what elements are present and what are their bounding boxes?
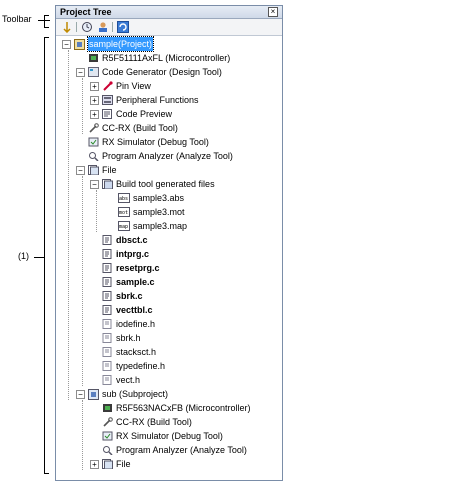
refresh-icon[interactable]	[117, 21, 129, 33]
toolbar-brace	[44, 15, 45, 27]
project-tree-panel: Project Tree × − sample(Project) R5F5111…	[55, 5, 283, 481]
build-tool-icon	[102, 417, 113, 427]
toolbar-brace-top	[44, 15, 49, 16]
map-file-icon: map	[118, 221, 130, 231]
tree-callout-line	[34, 257, 44, 258]
expand-toggle[interactable]: +	[90, 460, 99, 469]
h-file-icon	[102, 361, 113, 371]
pin-view-icon	[102, 81, 113, 91]
close-button[interactable]: ×	[268, 7, 278, 17]
generated-files-folder-icon	[102, 179, 113, 190]
collapse-toggle[interactable]: −	[62, 40, 71, 49]
h-file-icon	[102, 319, 113, 329]
expand-collapse-icon[interactable]	[61, 21, 73, 34]
c-file-icon	[102, 263, 113, 273]
project-icon	[74, 39, 85, 50]
abs-file-icon: abs	[118, 193, 130, 203]
project-label: sample(Project)	[86, 36, 155, 52]
project-tree: − sample(Project) R5F51111AxFL (Microcon…	[56, 36, 282, 480]
c-file-icon	[102, 235, 113, 245]
h-file-icon	[102, 347, 113, 357]
file-category-icon	[88, 165, 99, 176]
c-file-icon	[102, 277, 113, 287]
c-file-icon	[102, 249, 113, 259]
panel-titlebar: Project Tree ×	[56, 6, 282, 19]
mot-file-icon: mot	[118, 207, 130, 217]
microcontroller-icon	[102, 403, 113, 413]
user-icon[interactable]	[97, 21, 109, 33]
code-preview-icon	[102, 109, 113, 119]
expand-toggle[interactable]: +	[90, 110, 99, 119]
toolbar-brace-bottom	[44, 27, 49, 28]
debug-tool-icon	[88, 137, 99, 147]
expand-toggle[interactable]: +	[90, 82, 99, 91]
c-file-icon	[102, 305, 113, 315]
collapse-toggle[interactable]: −	[76, 390, 85, 399]
panel-toolbar	[56, 19, 282, 36]
collapse-toggle[interactable]: −	[76, 68, 85, 77]
file-category-icon	[102, 459, 113, 470]
subproject-icon	[88, 389, 99, 400]
panel-title: Project Tree	[60, 7, 112, 17]
tree-callout: (1)	[18, 251, 29, 261]
h-file-icon	[102, 333, 113, 343]
c-file-icon	[102, 291, 113, 301]
collapse-toggle[interactable]: −	[90, 180, 99, 189]
tree-brace	[44, 37, 45, 473]
build-tool-icon	[88, 123, 99, 133]
code-generator-icon	[88, 67, 99, 77]
debug-tool-icon	[102, 431, 113, 441]
analyze-tool-icon	[88, 151, 99, 162]
expand-toggle[interactable]: +	[90, 96, 99, 105]
tree-brace-bottom	[44, 473, 49, 474]
peripheral-functions-icon	[102, 95, 113, 105]
toolbar-separator	[76, 22, 77, 32]
collapse-toggle[interactable]: −	[76, 166, 85, 175]
properties-icon[interactable]	[81, 21, 93, 33]
svg-text:mot: mot	[119, 210, 128, 216]
svg-text:abs: abs	[119, 196, 128, 202]
analyze-tool-icon	[102, 445, 113, 456]
tree-brace-top	[44, 37, 49, 38]
toolbar-separator	[112, 22, 113, 32]
microcontroller-icon	[88, 53, 99, 63]
h-file-icon	[102, 375, 113, 385]
svg-text:map: map	[119, 224, 128, 230]
toolbar-callout: Toolbar	[2, 14, 32, 24]
